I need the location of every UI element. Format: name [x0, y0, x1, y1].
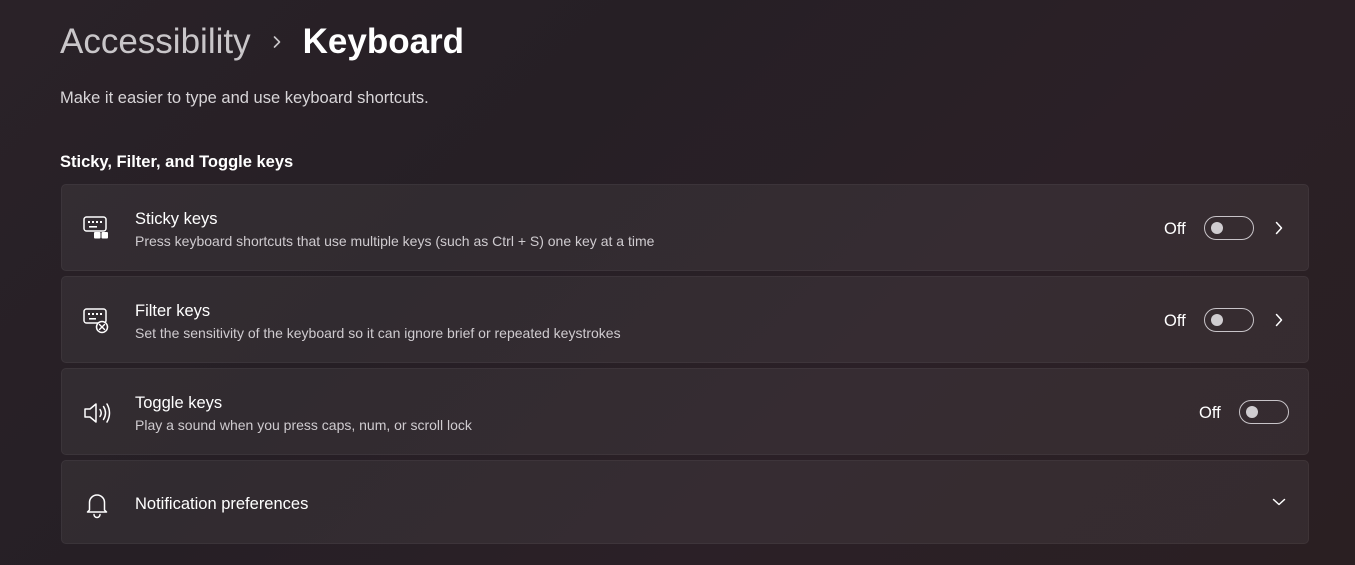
toggle-keys-title: Toggle keys [135, 394, 223, 412]
sticky-keys-card[interactable]: Sticky keys Press keyboard shortcuts tha… [61, 184, 1309, 271]
filter-keys-title: Filter keys [135, 302, 211, 320]
bell-icon [82, 489, 112, 519]
notification-preferences-title: Notification preferences [135, 495, 309, 513]
filter-keys-card[interactable]: Filter keys Set the sensitivity of the k… [61, 276, 1309, 363]
notification-preferences-card[interactable]: Notification preferences [61, 460, 1309, 544]
toggle-keys-state-label: Off [1199, 404, 1221, 422]
breadcrumb: Accessibility Keyboard [60, 18, 464, 66]
page-description: Make it easier to type and use keyboard … [60, 89, 429, 107]
sticky-keys-icon [82, 214, 112, 244]
filter-keys-description: Set the sensitivity of the keyboard so i… [135, 325, 621, 341]
breadcrumb-accessibility-link[interactable]: Accessibility [60, 18, 251, 66]
chevron-down-icon[interactable] [1271, 494, 1287, 510]
page-title: Keyboard [302, 22, 465, 61]
toggle-knob [1246, 406, 1258, 418]
chevron-right-icon[interactable] [1271, 312, 1287, 328]
sticky-keys-title: Sticky keys [135, 210, 218, 228]
toggle-knob [1211, 222, 1223, 234]
filter-keys-icon [82, 306, 112, 336]
toggle-keys-toggle[interactable] [1239, 400, 1289, 424]
speaker-icon [82, 398, 112, 428]
sticky-keys-description: Press keyboard shortcuts that use multip… [135, 233, 655, 249]
section-title: Sticky, Filter, and Toggle keys [60, 153, 294, 171]
breadcrumb-chevron-icon [251, 18, 303, 66]
sticky-keys-state-label: Off [1164, 220, 1186, 238]
toggle-knob [1211, 314, 1223, 326]
toggle-keys-card: Toggle keys Play a sound when you press … [61, 368, 1309, 455]
filter-keys-toggle[interactable] [1204, 308, 1254, 332]
chevron-right-icon[interactable] [1271, 220, 1287, 236]
sticky-keys-toggle[interactable] [1204, 216, 1254, 240]
filter-keys-state-label: Off [1164, 312, 1186, 330]
toggle-keys-description: Play a sound when you press caps, num, o… [135, 417, 472, 433]
